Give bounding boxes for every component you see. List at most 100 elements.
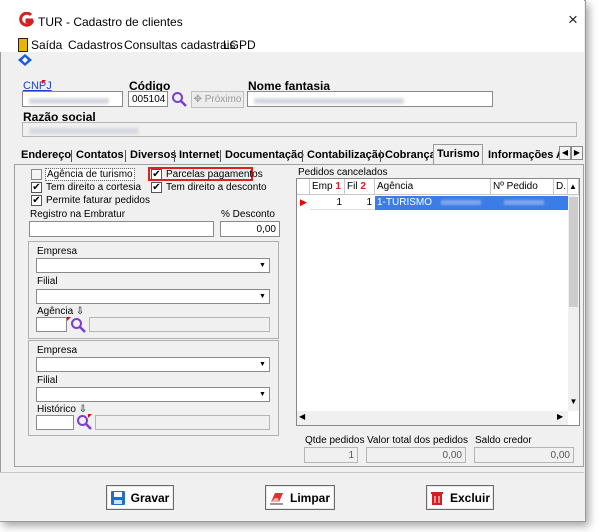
codigo-field[interactable]: 005104	[128, 91, 168, 107]
tab-bar: Endereço Contatos Diversos Internet Docu…	[14, 144, 584, 166]
proximo-button[interactable]: ✥ Próximo	[191, 91, 244, 108]
tab-scroll-right-icon[interactable]: ▶	[571, 146, 583, 160]
tab-diversos[interactable]: Diversos	[127, 146, 179, 166]
tab-turismo[interactable]: Turismo	[433, 144, 483, 166]
saldo-credor-field: 0,00	[474, 447, 574, 463]
excluir-button[interactable]: Excluir	[426, 485, 494, 510]
tab-documentacao[interactable]: Documentação	[222, 146, 307, 166]
excluir-label: Excluir	[449, 490, 491, 505]
sort-icon: ⇩	[75, 306, 85, 317]
agencia-code-field[interactable]	[36, 317, 67, 332]
valor-total-label: Valor total dos pedidos	[367, 435, 468, 446]
nome-fantasia-field[interactable]	[247, 91, 493, 107]
qtde-pedidos-label: Qtde pedidos	[305, 435, 365, 446]
trash-icon	[430, 491, 443, 505]
pct-desconto-label: % Desconto	[221, 209, 275, 220]
chevron-down-icon: ▼	[259, 361, 266, 368]
agencia-turismo-checkbox[interactable]	[31, 169, 42, 180]
desconto-checkbox[interactable]: ✔	[151, 182, 162, 193]
required-marker	[88, 414, 92, 418]
navigation-diamond-icon[interactable]	[18, 54, 32, 66]
valor-total-field: 0,00	[366, 447, 466, 463]
desconto-label: Tem direito a desconto	[166, 182, 267, 193]
razao-social-field[interactable]	[22, 122, 577, 137]
faturar-pedidos-checkbox[interactable]: ✔	[31, 195, 42, 206]
saldo-credor-label: Saldo credor	[475, 435, 532, 446]
grid-cell-emp[interactable]: 1	[310, 196, 345, 210]
tab-internet[interactable]: Internet	[176, 146, 222, 166]
grid-header-d[interactable]: D.	[554, 179, 568, 195]
cortesia-checkbox[interactable]: ✔	[31, 182, 42, 193]
app-logo-icon	[19, 12, 34, 27]
search-magnifier-icon[interactable]	[70, 317, 86, 333]
pct-desconto-value: 0,00	[256, 224, 276, 235]
registro-embratur-label: Registro na Embratur	[30, 209, 126, 220]
menu-item-cadastros[interactable]: Cadastros	[68, 38, 123, 52]
proximo-label: Próximo	[204, 94, 242, 105]
cortesia-label: Tem direito a cortesia	[46, 182, 142, 193]
empresa-select[interactable]: ▼	[36, 258, 270, 273]
agencia-label: Agência ⇩	[37, 306, 85, 317]
tab-scroll-left-icon[interactable]: ◀	[559, 146, 571, 160]
empresa-select-2[interactable]: ▼	[36, 357, 270, 372]
parcelas-pagamentos-label: Parcelas pagamentos	[166, 169, 263, 180]
scroll-left-icon[interactable]: ◀	[299, 412, 305, 421]
grid-cell-agencia-selected[interactable]: 1-TURISMO	[375, 196, 568, 210]
tab-endereco[interactable]: Endereço	[18, 146, 74, 166]
save-disk-icon	[110, 490, 125, 505]
valor-total-value: 0,00	[442, 450, 462, 461]
required-marker	[42, 80, 46, 84]
cnpj-field[interactable]	[22, 91, 123, 107]
codigo-value: 005104	[132, 94, 166, 105]
historico-name-field[interactable]	[95, 415, 270, 430]
menu-item-saida[interactable]: Saída	[31, 38, 62, 52]
historico-code-field[interactable]	[36, 415, 74, 430]
chevron-down-icon: ▼	[259, 391, 266, 398]
agencia-turismo-label: Agência de turismo	[45, 168, 135, 181]
agencia-name-field[interactable]	[89, 317, 270, 332]
grid-header-pedido[interactable]: Nº Pedido	[491, 179, 554, 195]
grid-cell-fil[interactable]: 1	[345, 196, 375, 210]
sort-marker: 1	[335, 181, 341, 192]
parcelas-pagamentos-checkbox[interactable]: ✔	[151, 169, 162, 180]
grid-indicator-header	[297, 179, 310, 195]
proximo-icon: ✥	[193, 94, 202, 105]
limpar-button[interactable]: Limpar	[265, 485, 335, 510]
menu-item-lgpd[interactable]: LGPD	[223, 38, 256, 52]
tab-contabilizacao[interactable]: Contabilização	[304, 146, 388, 166]
menu-item-consultas[interactable]: Consultas cadastrais	[124, 38, 235, 52]
eraser-icon	[269, 492, 283, 504]
qtde-pedidos-value: 1	[348, 450, 354, 461]
saldo-credor-value: 0,00	[550, 450, 570, 461]
filial-select[interactable]: ▼	[36, 289, 270, 304]
scroll-up-icon[interactable]: ▲	[568, 179, 579, 195]
current-row-indicator-icon: ▶	[300, 197, 307, 207]
filial-label: Filial	[37, 276, 58, 287]
limpar-label: Limpar	[289, 490, 330, 505]
tab-contatos[interactable]: Contatos	[73, 146, 127, 166]
faturar-pedidos-label: Permite faturar pedidos	[46, 195, 150, 206]
scroll-down-icon[interactable]: ▼	[568, 397, 579, 406]
pct-desconto-field[interactable]: 0,00	[220, 221, 280, 237]
tab-informacoes-ac[interactable]: Informações Ac	[485, 146, 561, 166]
grid-header-agencia[interactable]: Agência	[375, 179, 491, 195]
gravar-button[interactable]: Gravar	[106, 485, 174, 510]
close-icon[interactable]: ×	[562, 10, 584, 30]
scroll-right-icon[interactable]: ▶	[557, 412, 563, 421]
pedidos-grid[interactable]: Emp 1 Fil 2 Agência Nº Pedido D. ▲ ▶ 1 1…	[296, 178, 580, 426]
registro-embratur-field[interactable]	[29, 221, 214, 237]
sort-marker: 2	[360, 181, 366, 192]
empresa-label: Empresa	[37, 246, 78, 257]
scrollbar-thumb[interactable]	[569, 197, 578, 307]
tab-cobranca[interactable]: Cobrança	[382, 146, 439, 166]
gravar-label: Gravar	[130, 490, 170, 505]
empresa-label-2: Empresa	[37, 345, 78, 356]
grid-header-fil[interactable]: Fil 2	[345, 179, 375, 195]
exit-door-icon	[18, 38, 28, 52]
grid-header-emp[interactable]: Emp 1	[310, 179, 345, 195]
horizontal-scrollbar[interactable]: ◀ ▶	[297, 411, 568, 425]
vertical-scrollbar[interactable]: ▼	[568, 195, 579, 411]
search-magnifier-icon[interactable]	[171, 91, 187, 107]
filial-select-2[interactable]: ▼	[36, 387, 270, 402]
chevron-down-icon: ▼	[259, 262, 266, 269]
